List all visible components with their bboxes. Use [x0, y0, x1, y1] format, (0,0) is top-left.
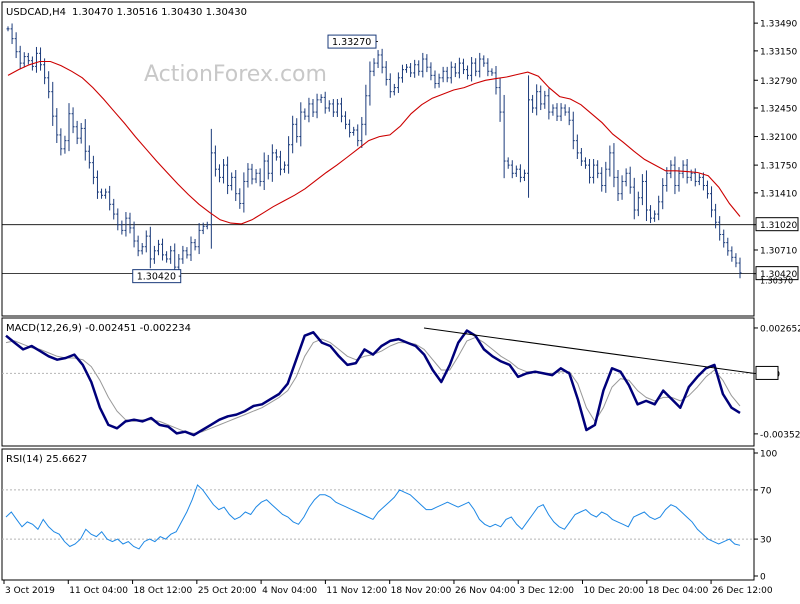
price-tick-label: 1.31020	[760, 221, 797, 231]
price-axis: 1.33490 1.33150 1.32790 1.32450 1.32100 1.317…	[754, 20, 799, 286]
time-tick-label: 11 Oct 04:00	[69, 586, 128, 596]
moving-average	[7, 60, 741, 225]
rsi-lines	[5, 484, 741, 550]
macd-line	[5, 329, 741, 437]
macd-label: MACD(12,26,9) -0.002451 -0.002234	[6, 323, 191, 334]
time-tick-label: 26 Dec 12:00	[712, 586, 773, 596]
time-tick-label: 18 Oct 12:00	[134, 586, 193, 596]
macd-lines	[5, 327, 755, 437]
price-tick-label: 1.31750	[760, 162, 797, 172]
price-levels	[2, 224, 754, 275]
moving-average-line	[7, 60, 741, 225]
macd-trendline	[423, 327, 755, 374]
price-tick-label: 1.33490	[760, 20, 797, 30]
rsi-label: RSI(14) 25.6627	[6, 454, 87, 465]
rsi-panel-frame	[1, 448, 755, 581]
rsi-tick-label: 0	[760, 573, 766, 583]
symbol-label: USDCAD,H4	[6, 7, 66, 18]
price-tick-label: 1.30370	[760, 277, 793, 286]
rsi-axis: 100 70 30 0	[754, 450, 777, 583]
watermark-text: ActionForex.com	[144, 62, 327, 87]
rsi-line	[5, 484, 741, 550]
macd-axis: 0.0026520.00-0.003526	[754, 324, 800, 440]
time-axis: 3 Oct 2019 11 Oct 04:00 18 Oct 12:00 25 Oct…	[3, 580, 773, 596]
price-tick-label: 1.30710	[760, 246, 797, 256]
time-tick-label: 10 Dec 20:00	[584, 586, 645, 596]
macd-zero-box	[755, 365, 779, 380]
price-panel-frame	[1, 1, 755, 317]
price-annotation-label: 1.33270	[332, 37, 371, 48]
forex-chart: ActionForex.com USDCAD,H4 1.30470 1.3051…	[0, 0, 800, 600]
price-bars	[6, 23, 742, 279]
macd-tick-label: -0.003526	[760, 430, 800, 440]
time-tick-label: 25 Oct 20:00	[198, 586, 257, 596]
time-tick-label: 3 Dec 12:00	[519, 586, 574, 596]
time-tick-label: 26 Nov 04:00	[455, 586, 516, 596]
price-annotation-label: 1.30420	[137, 272, 176, 283]
rsi-grid	[2, 489, 754, 540]
price-tick-label: 1.32790	[760, 77, 797, 87]
macd-tick-label: 0.002652	[760, 324, 800, 334]
rsi-tick-label: 70	[760, 486, 772, 496]
rsi-tick-label: 30	[760, 536, 772, 546]
time-tick-label: 18 Dec 04:00	[648, 586, 709, 596]
price-tick-label: 1.32450	[760, 105, 797, 115]
time-tick-label: 3 Oct 2019	[5, 586, 55, 596]
price-tick-label: 1.33150	[760, 47, 797, 57]
price-tick-label: 1.32100	[760, 133, 797, 143]
chart-svg: ActionForex.com USDCAD,H4 1.30470 1.3051…	[1, 1, 800, 596]
rsi-tick-label: 100	[760, 450, 777, 460]
ohlc-text: 1.30470 1.30516 1.30430 1.30430	[72, 7, 247, 18]
time-tick-label: 18 Nov 20:00	[391, 586, 452, 596]
time-tick-label: 11 Nov 12:00	[326, 586, 387, 596]
price-tick-label: 1.31410	[760, 189, 797, 199]
time-tick-label: 4 Nov 04:00	[262, 586, 317, 596]
